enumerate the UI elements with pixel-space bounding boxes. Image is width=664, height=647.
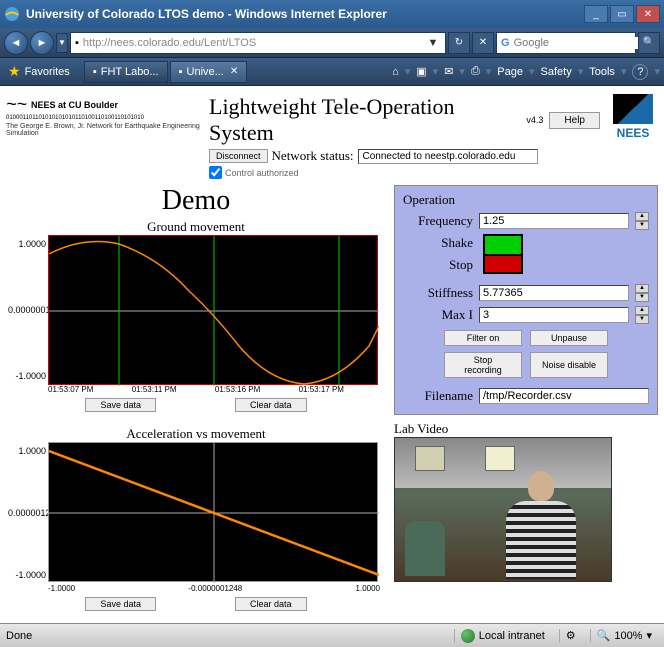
rss-button[interactable]: ▣ — [416, 65, 426, 78]
control-authorized-label: Control authorized — [225, 168, 299, 178]
address-bar[interactable]: ▪ ▼ — [70, 32, 446, 54]
chart2-x-axis: -1.0000 -0.0000001248 1.0000 — [6, 584, 386, 593]
demo-title: Demo — [6, 185, 386, 217]
filename-input[interactable] — [479, 388, 649, 404]
chart2-title: Acceleration vs movement — [6, 426, 386, 442]
back-button[interactable]: ◄ — [4, 31, 28, 55]
window-titlebar: University of Colorado LTOS demo - Windo… — [0, 0, 664, 28]
tab-unive[interactable]: ▪ Unive... ✕ — [170, 61, 248, 83]
unpause-button[interactable]: Unpause — [530, 330, 608, 346]
mail-button[interactable]: ✉ — [444, 65, 453, 78]
nees-cu-logo: ~~NEES at CU Boulder 0100011011010101010… — [6, 94, 201, 137]
tab-fht[interactable]: ▪ FHT Labo... — [84, 61, 168, 83]
tab-icon: ▪ — [179, 66, 183, 78]
stop-label: Stop — [403, 257, 473, 273]
tab-bar: ★ Favorites ▪ FHT Labo... ▪ Unive... ✕ ⌂… — [0, 58, 664, 86]
print-button[interactable]: ⎙ — [471, 65, 480, 78]
filename-label: Filename — [403, 388, 473, 404]
stop-recording-button[interactable]: Stop recording — [444, 352, 522, 378]
address-dropdown[interactable]: ▼ — [425, 37, 441, 49]
accel-vs-movement-chart — [48, 442, 378, 582]
chart1-clear-button[interactable]: Clear data — [235, 398, 307, 412]
tab-label: FHT Labo... — [101, 66, 159, 78]
nees-text: NEES — [608, 126, 658, 140]
page-content: ~~NEES at CU Boulder 0100011011010101010… — [0, 86, 664, 623]
favorites-label: Favorites — [25, 66, 70, 78]
tab-close-icon[interactable]: ✕ — [230, 66, 238, 77]
filter-button[interactable]: Filter on — [444, 330, 522, 346]
logo-title: NEES at CU Boulder — [31, 100, 118, 110]
nees-logo: NEES — [608, 94, 658, 140]
shake-label: Shake — [403, 235, 473, 251]
status-zoom[interactable]: 🔍100%▾ — [590, 629, 658, 642]
status-done: Done — [6, 630, 32, 642]
chart2-save-button[interactable]: Save data — [85, 597, 156, 611]
stop-button[interactable]: ✕ — [472, 32, 494, 54]
status-protected[interactable]: ⚙ — [559, 629, 582, 642]
status-bar: Done Local intranet ⚙ 🔍100%▾ — [0, 623, 664, 647]
tab-icon: ▪ — [93, 66, 97, 78]
search-go-button[interactable]: 🔍 — [638, 32, 660, 54]
chart1-x-axis: 01:53:07 PM 01:53:11 PM 01:53:16 PM 01:5… — [6, 385, 386, 394]
maxi-label: Max I — [403, 307, 473, 323]
close-button[interactable]: ✕ — [636, 5, 660, 23]
forward-button[interactable]: ► — [30, 31, 54, 55]
chart1-y-axis: 1.0000 0.0000001 -1.0000 — [6, 235, 48, 385]
app-title: Lightweight Tele-Operation System — [209, 94, 520, 146]
page-icon: ▪ — [75, 37, 79, 49]
shake-stop-button[interactable] — [483, 234, 523, 274]
lab-video-title: Lab Video — [394, 421, 658, 437]
zoom-label: 100% — [614, 630, 642, 642]
star-icon: ★ — [8, 63, 21, 80]
favorites-button[interactable]: ★ Favorites — [4, 63, 74, 80]
chart1-title: Ground movement — [6, 219, 386, 235]
disconnect-button[interactable]: Disconnect — [209, 149, 268, 163]
chart2-y-axis: 1.0000 0.0000012 -1.0000 — [6, 442, 48, 584]
zone-label: Local intranet — [479, 630, 545, 642]
page-menu[interactable]: Page — [497, 66, 523, 78]
operation-title: Operation — [403, 192, 649, 208]
home-button[interactable]: ⌂ — [392, 66, 399, 78]
search-bar[interactable]: G — [496, 32, 636, 54]
network-status-label: Network status: — [272, 148, 354, 164]
nav-history-dropdown[interactable]: ▼ — [56, 33, 68, 53]
nav-bar: ◄ ► ▼ ▪ ▼ ↻ ✕ G 🔍 — [0, 28, 664, 58]
logo-bits: 0100011011010101010101101001101001101010… — [6, 115, 201, 121]
maxi-spinner[interactable]: ▲▼ — [635, 306, 649, 324]
refresh-button[interactable]: ↻ — [448, 32, 470, 54]
safety-menu[interactable]: Safety — [541, 66, 572, 78]
frequency-label: Frequency — [403, 213, 473, 229]
chart2-clear-button[interactable]: Clear data — [235, 597, 307, 611]
google-icon: G — [501, 37, 510, 49]
operation-panel: Operation Frequency ▲▼ Shake Stop — [394, 185, 658, 415]
lab-video — [394, 437, 612, 582]
help-button[interactable]: Help — [549, 112, 600, 129]
stiffness-label: Stiffness — [403, 285, 473, 301]
help-menu[interactable]: ? — [632, 64, 648, 80]
tools-menu[interactable]: Tools — [589, 66, 615, 78]
stiffness-spinner[interactable]: ▲▼ — [635, 284, 649, 302]
status-zone[interactable]: Local intranet — [454, 629, 551, 643]
version-label: v4.3 — [526, 115, 543, 125]
logo-tagline: The George E. Brown, Jr. Network for Ear… — [6, 123, 201, 137]
ground-movement-chart — [48, 235, 378, 385]
maxi-input[interactable] — [479, 307, 629, 323]
url-input[interactable] — [83, 37, 421, 49]
chart1-save-button[interactable]: Save data — [85, 398, 156, 412]
tab-label: Unive... — [187, 66, 224, 78]
frequency-spinner[interactable]: ▲▼ — [635, 212, 649, 230]
network-status-value: Connected to neestp.colorado.edu — [358, 149, 538, 164]
globe-icon — [461, 629, 475, 643]
noise-disable-button[interactable]: Noise disable — [530, 352, 608, 378]
ie-icon — [4, 6, 20, 22]
maximize-button[interactable]: ▭ — [610, 5, 634, 23]
control-authorized-checkbox[interactable] — [209, 166, 222, 179]
frequency-input[interactable] — [479, 213, 629, 229]
window-title: University of Colorado LTOS demo - Windo… — [26, 7, 584, 21]
stiffness-input[interactable] — [479, 285, 629, 301]
minimize-button[interactable]: _ — [584, 5, 608, 23]
search-input[interactable] — [514, 37, 656, 49]
